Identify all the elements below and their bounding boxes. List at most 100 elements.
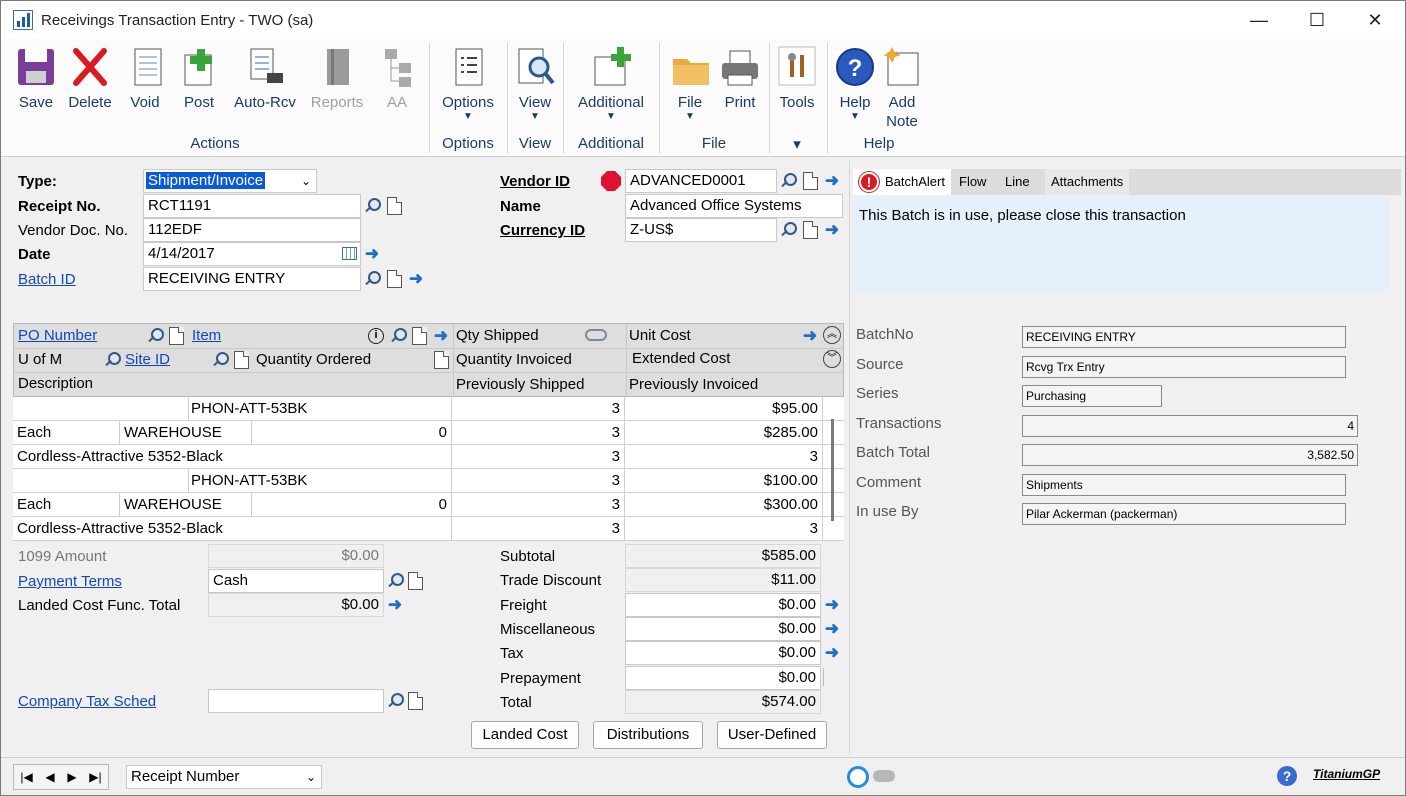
- sync-icon[interactable]: [847, 766, 869, 788]
- site-id-link[interactable]: Site ID: [125, 348, 170, 372]
- item-link[interactable]: Item: [192, 324, 221, 348]
- vendor-doc-field[interactable]: 112EDF: [143, 218, 361, 242]
- total-value[interactable]: $0.00: [625, 665, 821, 690]
- collapse-rows-icon[interactable]: ︽: [823, 326, 841, 344]
- vendor-expand-arrow-icon[interactable]: ➜: [823, 172, 841, 190]
- next-record-icon[interactable]: ▶: [67, 770, 76, 784]
- batch-id-link[interactable]: Batch ID: [18, 271, 76, 288]
- batch-lookup-icon[interactable]: [363, 270, 381, 288]
- unit-cost-arrow-icon[interactable]: ➜: [801, 327, 819, 345]
- expand-rows-icon[interactable]: ︾: [823, 350, 841, 368]
- view-button[interactable]: View ▼: [513, 45, 557, 122]
- help-status-icon[interactable]: ?: [1277, 766, 1297, 786]
- batch-id-field[interactable]: RECEIVING ENTRY: [143, 267, 361, 291]
- currency-note-icon[interactable]: [803, 221, 818, 239]
- type-select[interactable]: Shipment/Invoice ⌄: [143, 169, 317, 193]
- delete-icon: [70, 45, 110, 89]
- additional-button[interactable]: Additional ▼: [573, 45, 649, 122]
- currency-id-field[interactable]: Z-US$: [625, 218, 777, 242]
- calendar-icon[interactable]: [342, 247, 357, 260]
- total-expand-arrow-icon[interactable]: ➜: [823, 619, 841, 638]
- table-row[interactable]: Each WAREHOUSE 0 3 $285.00: [13, 421, 844, 445]
- po-lookup-icon[interactable]: [146, 327, 164, 345]
- previous-record-icon[interactable]: ◀: [45, 770, 54, 784]
- last-record-icon[interactable]: ▶|: [89, 770, 101, 784]
- tab-line[interactable]: Line: [999, 169, 1036, 195]
- table-row[interactable]: Cordless-Attractive 5352-Black 3 3: [13, 445, 844, 469]
- tools-button[interactable]: Tools: [777, 45, 817, 112]
- tax-sched-lookup-icon[interactable]: [386, 692, 404, 710]
- qty-note-icon[interactable]: [434, 351, 449, 369]
- payment-terms-note-icon[interactable]: [408, 572, 423, 590]
- grid-scrollbar[interactable]: [831, 419, 834, 521]
- tools-group-caret[interactable]: ▾: [787, 135, 807, 153]
- total-expand-arrow-icon[interactable]: ➜: [823, 644, 841, 662]
- save-button[interactable]: Save: [15, 45, 57, 112]
- batch-expand-arrow-icon[interactable]: ➜: [407, 270, 425, 288]
- item-note-icon[interactable]: [412, 327, 427, 345]
- table-row[interactable]: PHON-ATT-53BK 3 $95.00: [13, 397, 844, 421]
- post-button[interactable]: Post: [179, 45, 219, 112]
- first-record-icon[interactable]: |◀: [20, 770, 32, 784]
- add-note-button[interactable]: Add Note: [881, 45, 923, 131]
- vendor-name-field[interactable]: Advanced Office Systems: [625, 194, 843, 218]
- maximize-button[interactable]: ☐: [1288, 1, 1346, 39]
- total-value[interactable]: $0.00: [625, 616, 821, 641]
- payment-terms-link[interactable]: Payment Terms: [18, 573, 122, 590]
- link-icon[interactable]: [585, 329, 607, 341]
- help-caret: ▼: [850, 111, 860, 122]
- company-tax-sched-link[interactable]: Company Tax Sched: [18, 693, 156, 710]
- void-button[interactable]: Void: [127, 45, 163, 112]
- info-icon[interactable]: i: [368, 328, 384, 344]
- total-value[interactable]: $0.00: [625, 592, 821, 617]
- batch-note-icon[interactable]: [387, 270, 402, 288]
- payment-terms-field[interactable]: Cash: [208, 569, 384, 593]
- print-button[interactable]: Print: [719, 45, 761, 112]
- po-note-icon[interactable]: [169, 327, 184, 345]
- currency-lookup-icon[interactable]: [779, 221, 797, 239]
- uofm-lookup-icon[interactable]: [103, 351, 121, 369]
- distributions-button[interactable]: Distributions: [593, 721, 703, 749]
- options-button[interactable]: Options ▼: [439, 45, 497, 122]
- table-row[interactable]: PHON-ATT-53BK 3 $100.00: [13, 469, 844, 493]
- total-expand-arrow-icon[interactable]: ➜: [823, 595, 841, 614]
- minimize-button[interactable]: —: [1230, 1, 1288, 39]
- vendor-lookup-icon[interactable]: [779, 172, 797, 190]
- close-button[interactable]: ✕: [1346, 1, 1404, 39]
- options-icon: [448, 45, 488, 89]
- receipt-lookup-icon[interactable]: [363, 197, 381, 215]
- po-number-link[interactable]: PO Number: [18, 324, 97, 348]
- item-lookup-icon[interactable]: [389, 327, 407, 345]
- file-button[interactable]: File ▼: [671, 45, 709, 122]
- vendor-id-label[interactable]: Vendor ID: [500, 173, 570, 190]
- auto-receive-button[interactable]: Auto-Rcv: [231, 45, 299, 112]
- help-button[interactable]: ? Help ▼: [835, 45, 875, 122]
- receipt-note-icon[interactable]: [387, 197, 402, 215]
- landed-cost-arrow-icon[interactable]: ➜: [386, 596, 404, 614]
- delete-button[interactable]: Delete: [67, 45, 113, 112]
- sort-order-select[interactable]: Receipt Number ⌄: [126, 765, 322, 789]
- vendor-note-icon[interactable]: [803, 172, 818, 190]
- payment-terms-lookup-icon[interactable]: [386, 572, 404, 590]
- tab-attachments[interactable]: Attachments: [1045, 169, 1130, 195]
- item-expand-arrow-icon[interactable]: ➜: [432, 327, 450, 345]
- site-note-icon[interactable]: [234, 351, 249, 369]
- tax-sched-note-icon[interactable]: [408, 692, 423, 710]
- date-expand-arrow-icon[interactable]: ➜: [363, 245, 381, 263]
- titaniumgp-brand[interactable]: TitaniumGP: [1313, 767, 1380, 781]
- currency-expand-arrow-icon[interactable]: ➜: [823, 221, 841, 239]
- site-lookup-icon[interactable]: [211, 351, 229, 369]
- vendor-id-field[interactable]: ADVANCED0001: [625, 169, 777, 193]
- reports-button[interactable]: Reports: [309, 45, 365, 112]
- aa-button[interactable]: AA: [379, 45, 415, 112]
- user-defined-button[interactable]: User-Defined: [717, 721, 827, 749]
- total-value[interactable]: $0.00: [625, 641, 821, 666]
- landed-cost-button[interactable]: Landed Cost: [471, 721, 579, 749]
- tab-flow[interactable]: Flow: [953, 169, 992, 195]
- company-tax-sched-field[interactable]: [208, 689, 384, 713]
- receipt-no-field[interactable]: RCT1191: [143, 194, 361, 218]
- table-row[interactable]: Each WAREHOUSE 0 3 $300.00: [13, 493, 844, 517]
- date-field[interactable]: 4/14/2017: [143, 242, 361, 266]
- currency-id-label[interactable]: Currency ID: [500, 222, 585, 239]
- table-row[interactable]: Cordless-Attractive 5352-Black 3 3: [13, 517, 844, 541]
